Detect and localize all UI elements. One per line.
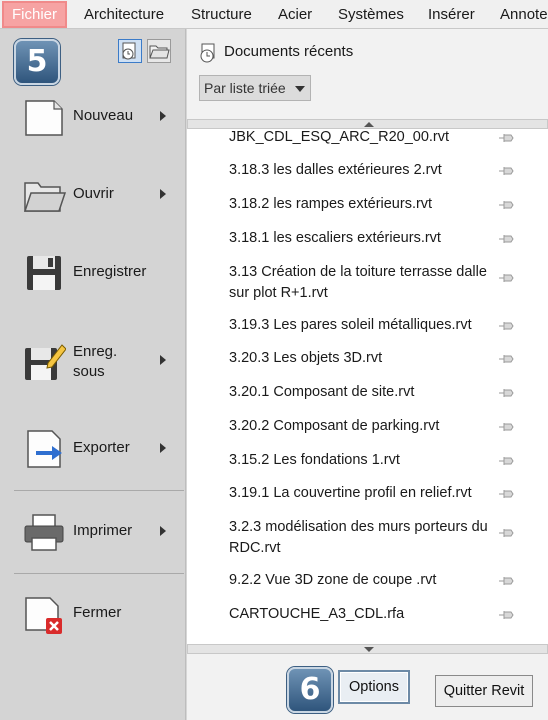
step-badge-5: 5 <box>14 39 60 85</box>
menu-item-label: Enregistrer <box>73 263 147 280</box>
pin-icon[interactable] <box>498 489 514 499</box>
pin-icon[interactable] <box>498 610 514 620</box>
recent-file-item[interactable]: 9.2.2 Vue 3D zone de coupe .rvt <box>229 570 499 591</box>
submenu-arrow-icon <box>160 355 166 365</box>
pin-icon[interactable] <box>498 576 514 586</box>
chevron-down-icon <box>295 86 305 92</box>
recent-documents-title: Documents récents <box>224 43 354 60</box>
menu-item-label: Nouveau <box>73 107 134 124</box>
menu-separator <box>14 573 184 574</box>
open-documents-view-button[interactable] <box>147 39 171 63</box>
menu-separator <box>14 490 184 491</box>
export-icon <box>27 430 62 468</box>
recent-file-item[interactable]: 3.20.1 Composant de site.rvt <box>229 382 499 403</box>
menu-item-exporter[interactable]: Exporter <box>0 421 186 481</box>
recent-file-item[interactable]: 3.20.3 Les objets 3D.rvt <box>229 348 499 369</box>
tab-systemes[interactable]: Systèmes <box>338 0 404 29</box>
pin-icon[interactable] <box>498 388 514 398</box>
tab-annoter[interactable]: Annote <box>500 0 548 29</box>
scroll-down-button[interactable] <box>187 644 548 654</box>
pin-icon[interactable] <box>498 133 514 143</box>
recent-file-item[interactable]: JBK_CDL_ESQ_ARC_R20_00.rvt <box>229 127 499 148</box>
step-badge-6: 6 <box>287 667 333 713</box>
pin-icon[interactable] <box>498 456 514 466</box>
tab-architecture[interactable]: Architecture <box>84 0 164 29</box>
floppy-disk-icon <box>27 256 61 290</box>
recent-file-item[interactable]: 3.13 Création de la toiture terrasse dal… <box>229 262 499 304</box>
recent-documents-icon <box>122 42 136 60</box>
sort-order-dropdown[interactable]: Par liste triée <box>199 75 311 101</box>
submenu-arrow-icon <box>160 111 166 121</box>
recent-file-item[interactable]: 3.20.2 Composant de parking.rvt <box>229 416 499 437</box>
close-document-icon <box>25 597 62 634</box>
submenu-arrow-icon <box>160 443 166 453</box>
recent-file-item[interactable]: 3.18.3 les dalles extérieures 2.rvt <box>229 160 499 181</box>
pin-icon[interactable] <box>498 273 514 283</box>
pin-icon[interactable] <box>498 321 514 331</box>
recent-file-item[interactable]: 3.15.2 Les fondations 1.rvt <box>229 450 499 471</box>
menu-item-label: Enreg. sous <box>73 343 118 380</box>
folder-icon <box>149 45 170 59</box>
pin-icon[interactable] <box>498 422 514 432</box>
menu-item-label: Imprimer <box>73 522 133 539</box>
tab-inserer[interactable]: Insérer <box>428 0 475 29</box>
menu-item-label: Fermer <box>73 604 122 621</box>
menu-item-label: Exporter <box>73 439 130 456</box>
pin-icon[interactable] <box>498 234 514 244</box>
menu-item-ouvrir[interactable]: Ouvrir <box>0 167 186 227</box>
pin-icon[interactable] <box>498 200 514 210</box>
recent-documents-panel: Documents récents Par liste triée JBK_CD… <box>187 29 548 720</box>
menu-item-label: Ouvrir <box>73 185 114 202</box>
recent-file-item[interactable]: 3.2.3 modélisation des murs porteurs du … <box>229 517 499 559</box>
tab-structure[interactable]: Structure <box>191 0 252 29</box>
pin-icon[interactable] <box>498 166 514 176</box>
recent-file-item[interactable]: 3.19.3 Les pares soleil métalliques.rvt <box>229 315 499 336</box>
menu-item-nouveau[interactable]: Nouveau <box>0 89 186 149</box>
menu-item-fermer[interactable]: Fermer <box>0 586 186 646</box>
menu-item-enregistrer-sous[interactable]: Enreg. sous <box>0 333 186 393</box>
recent-file-item[interactable]: CARTOUCHE_A3_CDL.rfa <box>229 604 499 625</box>
ribbon-tab-bar: Fichier Architecture Structure Acier Sys… <box>0 0 548 29</box>
pin-icon[interactable] <box>498 354 514 364</box>
folder-open-icon <box>23 182 66 212</box>
new-document-icon <box>25 100 63 136</box>
recent-file-item[interactable]: 3.18.1 les escaliers extérieurs.rvt <box>229 228 499 249</box>
recent-files-list: JBK_CDL_ESQ_ARC_R20_00.rvt 3.18.3 les da… <box>187 119 548 654</box>
menu-item-enregistrer[interactable]: Enregistrer <box>0 245 186 305</box>
submenu-arrow-icon <box>160 189 166 199</box>
menu-item-imprimer[interactable]: Imprimer <box>0 504 186 564</box>
quit-revit-button[interactable]: Quitter Revit <box>435 675 533 707</box>
options-button[interactable]: Options <box>338 670 410 704</box>
recent-file-item[interactable]: 3.18.2 les rampes extérieurs.rvt <box>229 194 499 215</box>
recent-documents-view-button[interactable] <box>118 39 142 63</box>
sort-order-value: Par liste triée <box>204 80 286 96</box>
tab-fichier[interactable]: Fichier <box>2 1 68 28</box>
tab-acier[interactable]: Acier <box>278 0 312 29</box>
recent-file-item[interactable]: 3.19.1 La couvertine profil en relief.rv… <box>229 483 499 504</box>
submenu-arrow-icon <box>160 526 166 536</box>
printer-icon <box>24 514 64 551</box>
pin-icon[interactable] <box>498 528 514 538</box>
application-menu-commands: 5 Nouveau Ouvrir Enregistrer Enreg. sous… <box>0 29 186 720</box>
recent-documents-icon <box>200 43 215 63</box>
save-as-icon <box>25 344 66 380</box>
